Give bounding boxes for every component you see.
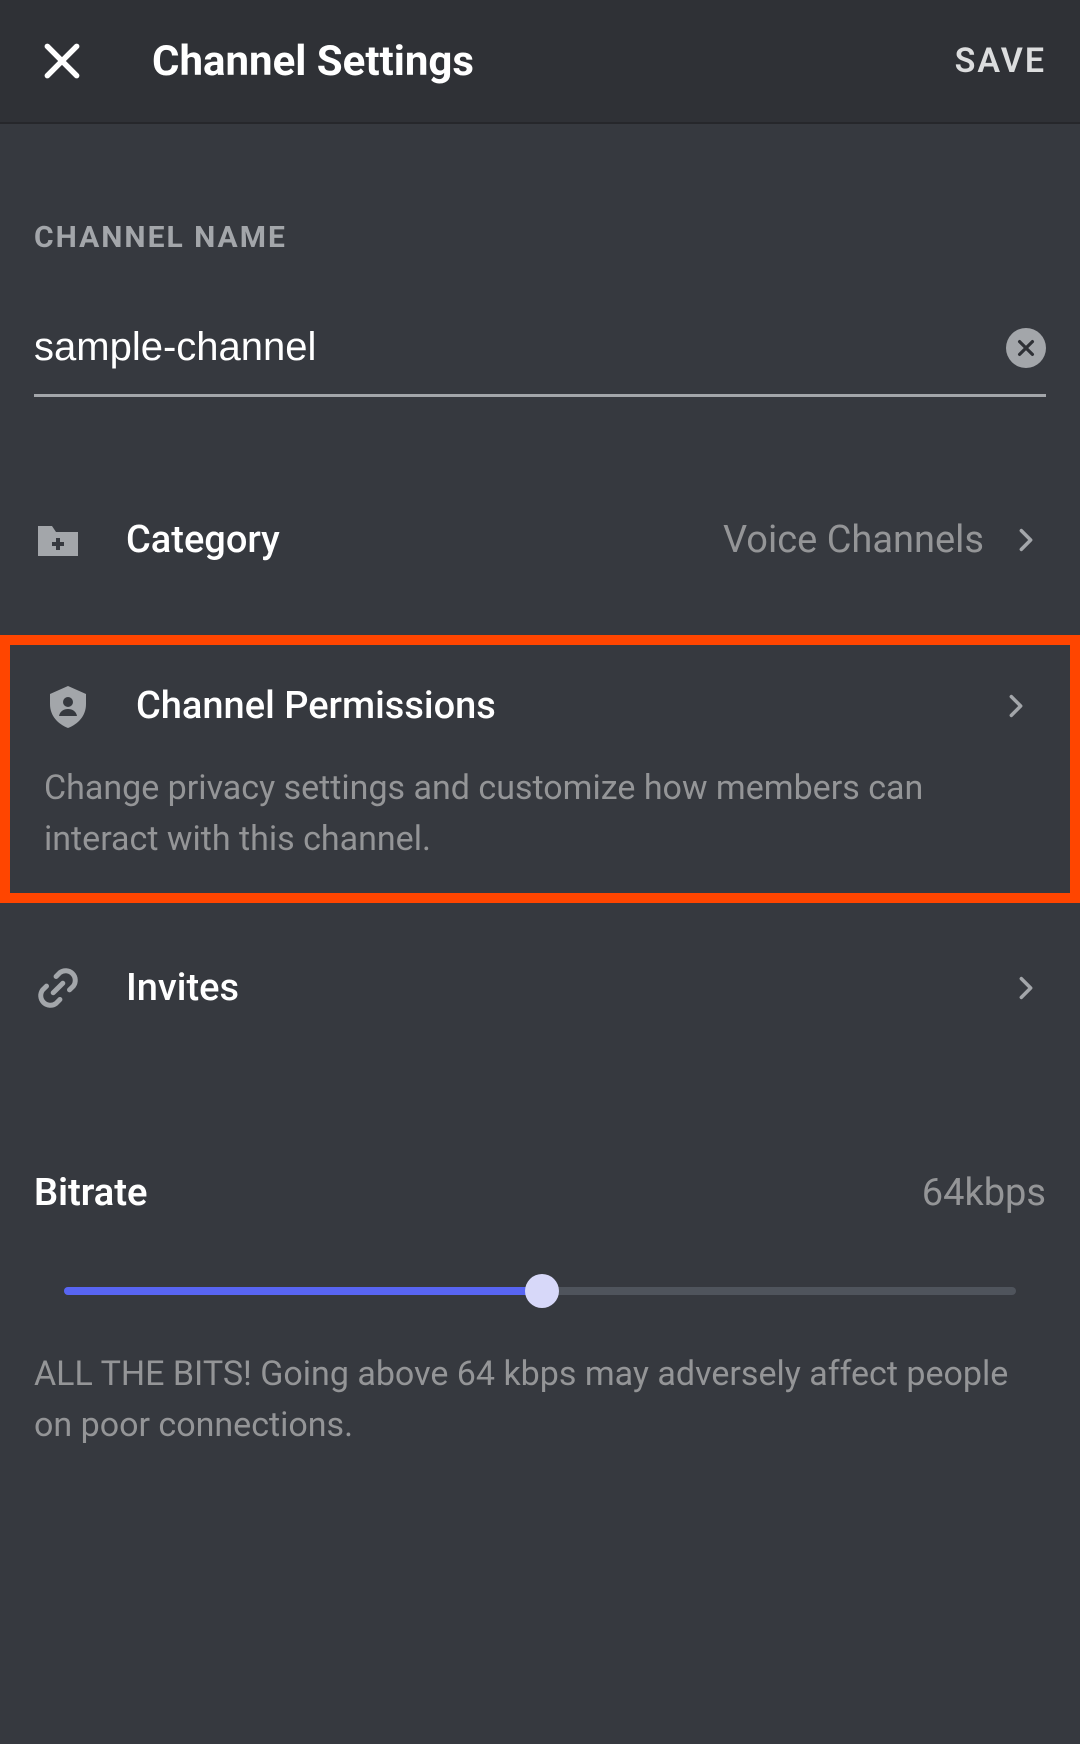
permissions-label: Channel Permissions	[136, 684, 496, 728]
shield-user-icon	[44, 682, 92, 730]
bitrate-value: 64kbps	[922, 1171, 1046, 1215]
invites-row[interactable]: Invites	[34, 913, 1046, 1063]
permissions-highlight: Channel Permissions Change privacy setti…	[0, 635, 1080, 903]
category-value: Voice Channels	[723, 518, 984, 562]
channel-name-field[interactable]	[34, 325, 1046, 397]
chevron-right-icon	[1006, 968, 1046, 1008]
invites-label: Invites	[126, 966, 239, 1010]
slider-thumb[interactable]	[525, 1274, 559, 1308]
slider-fill	[64, 1287, 542, 1295]
close-button[interactable]	[34, 33, 90, 89]
save-button[interactable]: SAVE	[955, 41, 1046, 81]
channel-permissions-row[interactable]: Channel Permissions	[44, 663, 1036, 749]
bitrate-label: Bitrate	[34, 1171, 147, 1215]
link-icon	[34, 965, 82, 1011]
x-icon	[1015, 337, 1037, 359]
folder-add-icon	[34, 516, 82, 564]
bitrate-slider[interactable]	[34, 1261, 1046, 1321]
page-title: Channel Settings	[152, 37, 474, 86]
bitrate-section: Bitrate 64kbps ALL THE BITS! Going above…	[34, 1171, 1046, 1451]
channel-name-input[interactable]	[34, 325, 1006, 370]
header: Channel Settings SAVE	[0, 0, 1080, 124]
category-label: Category	[126, 518, 280, 562]
clear-name-button[interactable]	[1006, 328, 1046, 368]
category-row[interactable]: Category Voice Channels	[34, 465, 1046, 615]
permissions-description: Change privacy settings and customize ho…	[44, 763, 1036, 865]
bitrate-description: ALL THE BITS! Going above 64 kbps may ad…	[34, 1349, 1046, 1451]
channel-name-label: CHANNEL NAME	[34, 220, 1046, 255]
close-icon	[40, 39, 84, 83]
chevron-right-icon	[1006, 520, 1046, 560]
chevron-right-icon	[996, 686, 1036, 726]
